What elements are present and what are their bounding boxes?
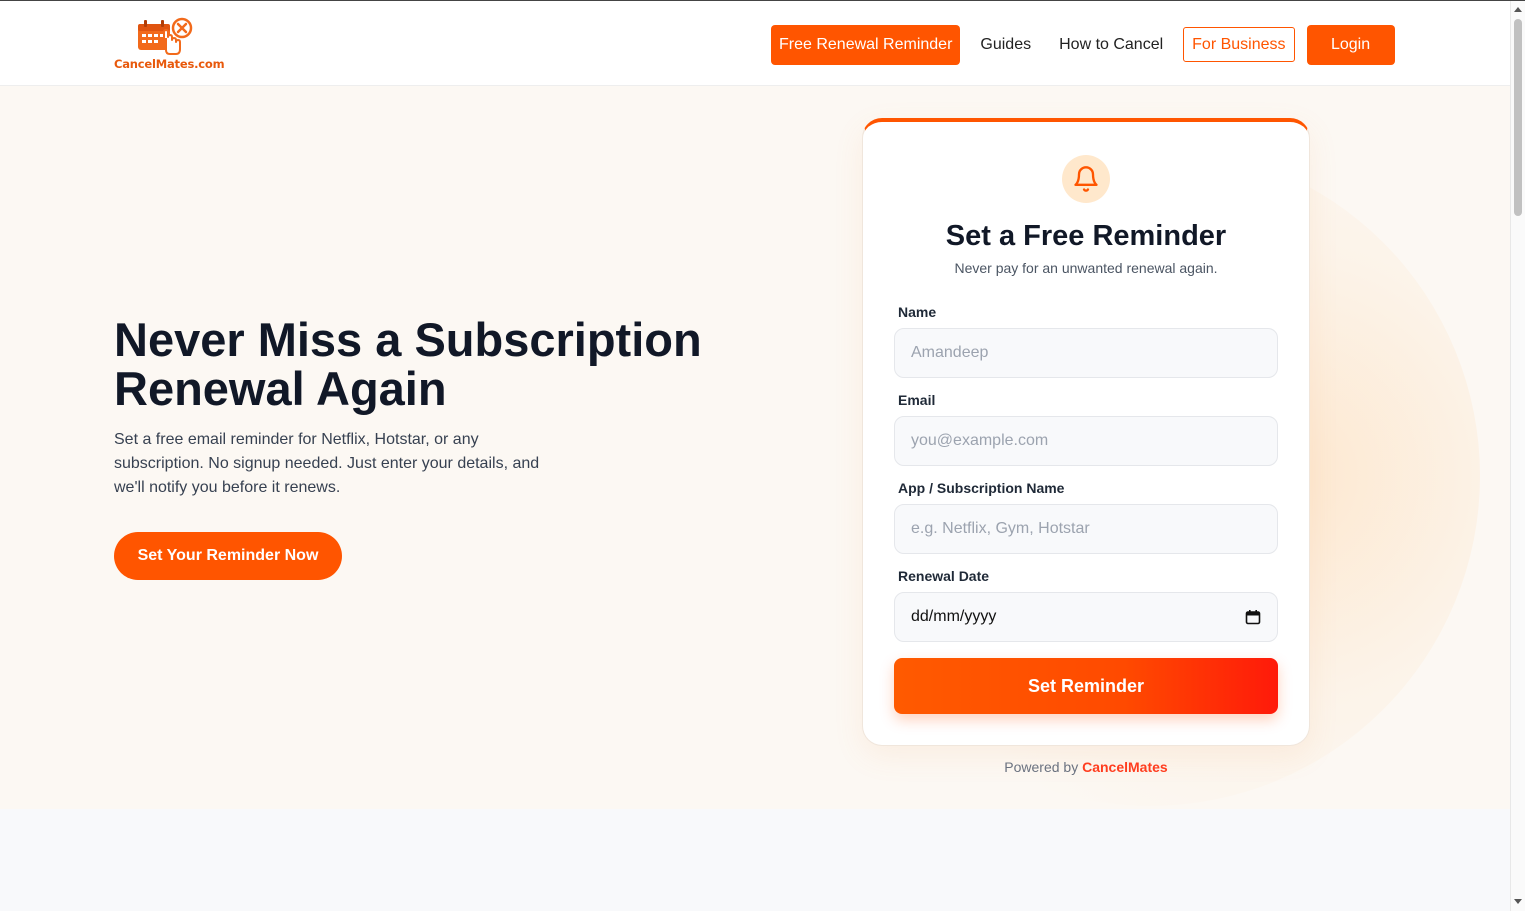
main-nav: Free Renewal Reminder Guides How to Canc… [771, 24, 1395, 65]
reminder-form-card: Set a Free Reminder Never pay for an unw… [862, 118, 1310, 746]
renewal-date-label: Renewal Date [898, 568, 990, 584]
email-input[interactable] [894, 416, 1278, 466]
nav-how-to-cancel-link[interactable]: How to Cancel [1059, 36, 1163, 54]
renewal-date-input[interactable]: dd/mm/yyyy [894, 592, 1278, 642]
hero-subtitle: Set a free email reminder for Netflix, H… [114, 431, 540, 496]
nav-for-business-button[interactable]: For Business [1183, 27, 1295, 62]
set-reminder-now-button[interactable]: Set Your Reminder Now [114, 532, 342, 580]
scroll-up-arrow-icon[interactable] [1514, 7, 1522, 12]
page-scrollbar[interactable] [1510, 1, 1525, 911]
name-label: Name [898, 304, 937, 320]
logo-text: CancelMates.com [114, 57, 225, 71]
form-subtitle: Never pay for an unwanted renewal again. [954, 260, 1218, 276]
form-title: Set a Free Reminder [945, 220, 1227, 252]
name-input[interactable] [894, 328, 1278, 378]
nav-free-renewal-reminder-button[interactable]: Free Renewal Reminder [771, 24, 961, 65]
site-logo[interactable]: CancelMates.com [114, 16, 225, 74]
powered-by-prefix: Powered by [1004, 759, 1079, 775]
powered-by-brand-link[interactable]: CancelMates [1082, 759, 1168, 775]
site-header: CancelMates.com Free Renewal Reminder Gu… [0, 1, 1510, 86]
bell-icon [1074, 166, 1098, 192]
bell-icon-badge [1062, 155, 1110, 203]
email-label: Email [898, 392, 936, 408]
hero-title: Never Miss a Subscription Renewal Again [114, 313, 702, 415]
nav-guides-link[interactable]: Guides [980, 36, 1031, 54]
scroll-down-arrow-icon[interactable] [1514, 899, 1522, 904]
powered-by: Powered by CancelMates [862, 759, 1310, 775]
login-button[interactable]: Login [1306, 24, 1395, 65]
renewal-date-value: dd/mm/yyyy [911, 608, 997, 625]
app-name-input[interactable] [894, 504, 1278, 554]
calendar-picker-icon[interactable] [1245, 609, 1261, 625]
calendar-cancel-icon [138, 17, 193, 55]
set-reminder-submit-button[interactable]: Set Reminder [894, 658, 1278, 714]
next-section [0, 809, 1510, 911]
scroll-thumb[interactable] [1514, 19, 1522, 216]
app-name-label: App / Subscription Name [898, 480, 1065, 496]
